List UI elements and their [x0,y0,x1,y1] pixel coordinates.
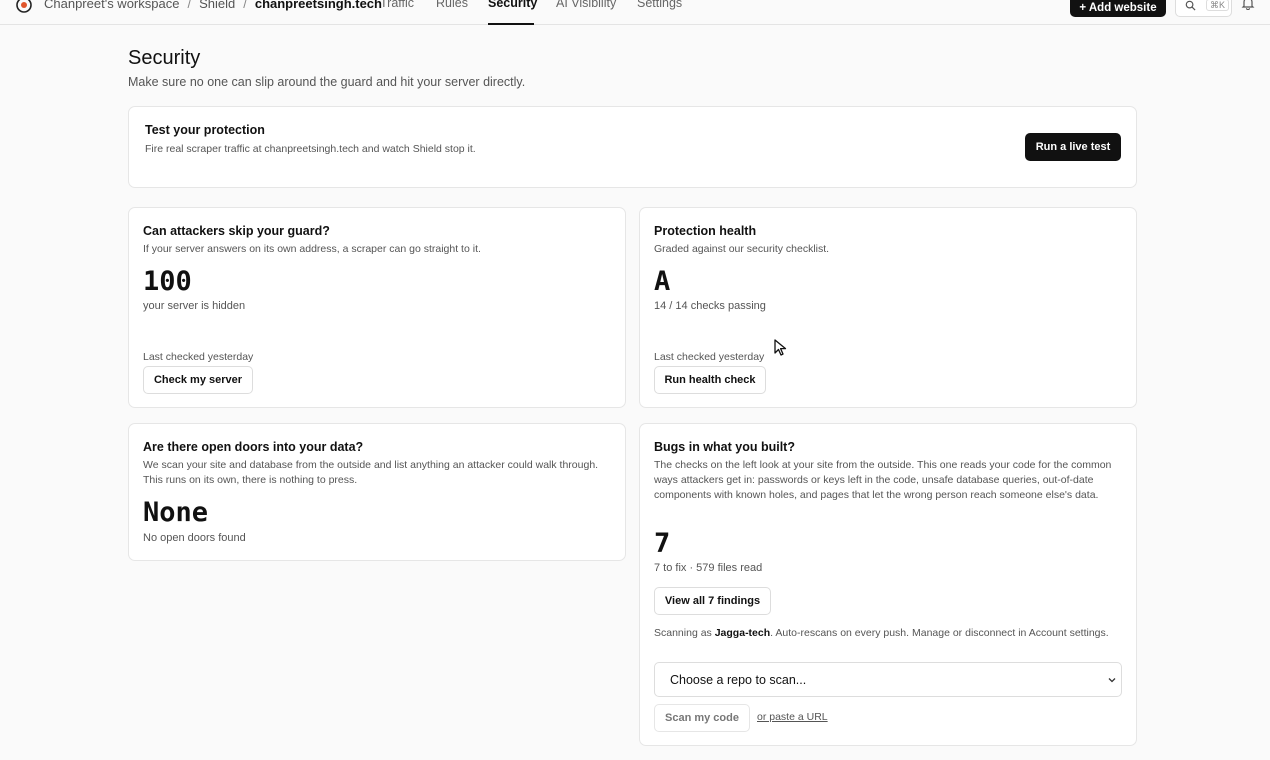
add-website-button[interactable]: + Add website [1070,0,1166,17]
protection-health-description: Graded against our security checklist. [654,243,830,255]
mouse-cursor-icon [774,339,787,356]
test-protection-title: Test your protection [145,123,265,137]
shield-logo-icon[interactable] [16,0,32,13]
protection-health-grade: A [654,266,671,297]
breadcrumb-product[interactable]: Shield [199,0,235,11]
open-doors-value: None [143,497,209,528]
scanning-user: Jagga-tech [714,627,771,639]
breadcrumb-separator: / [187,0,192,11]
bugs-description: The checks on the left look at your site… [654,459,1112,501]
protection-health-title: Protection health [654,224,757,238]
bugs-caption: 7 to fix · 579 files read [654,562,763,574]
top-bar: Chanpreet's workspace / Shield / chanpre… [0,0,1270,25]
paste-url-link[interactable]: or paste a URL [757,711,828,723]
skip-guard-caption: your server is hidden [143,300,246,312]
skip-guard-last-checked: Last checked yesterday [143,351,254,363]
bugs-card: Bugs in what you built? The checks on th… [639,423,1137,746]
check-my-server-button[interactable]: Check my server [143,366,253,394]
tab-settings[interactable]: Settings [637,0,682,10]
repo-select-value: Choose a repo to scan... [670,672,807,687]
protection-health-caption: 14 / 14 checks passing [654,300,766,312]
skip-guard-title: Can attackers skip your guard? [143,224,330,238]
page-title: Security [128,47,201,69]
breadcrumb: Chanpreet's workspace / Shield / chanpre… [44,0,382,11]
scanning-suffix: . Auto-rescans on every push. Manage or … [770,627,1109,639]
open-doors-caption: No open doors found [143,532,246,544]
tab-traffic[interactable]: Traffic [380,0,414,10]
active-tab-indicator [488,23,534,25]
open-doors-description: We scan your site and database from the … [143,459,599,486]
page-subtitle: Make sure no one can slip around the gua… [128,75,526,89]
test-protection-description: Fire real scraper traffic at chanpreetsi… [145,143,476,155]
open-doors-title: Are there open doors into your data? [143,440,364,454]
skip-guard-description: If your server answers on its own addres… [143,243,481,255]
protection-health-card: Protection health Graded against our sec… [639,207,1137,408]
scan-my-code-button[interactable]: Scan my code [654,704,750,732]
breadcrumb-workspace[interactable]: Chanpreet's workspace [44,0,179,11]
bugs-count: 7 [654,528,671,559]
tab-rules[interactable]: Rules [436,0,468,10]
repo-select[interactable]: Choose a repo to scan... [654,662,1122,697]
protection-health-last-checked: Last checked yesterday [654,351,765,363]
scanning-prefix: Scanning as [654,627,715,639]
open-doors-card: Are there open doors into your data? We … [128,423,626,561]
tab-ai-visibility[interactable]: AI Visibility [556,0,616,10]
breadcrumb-separator: / [243,0,247,11]
search-button[interactable]: ⌘K [1175,0,1232,17]
search-icon [1185,0,1196,11]
view-findings-button[interactable]: View all 7 findings [654,587,771,615]
skip-guard-score: 100 [143,266,192,297]
search-shortcut: ⌘K [1206,0,1230,11]
run-live-test-button[interactable]: Run a live test [1025,133,1121,161]
test-protection-card: Test your protection Fire real scraper t… [128,106,1137,188]
chevron-down-icon [1108,678,1116,683]
skip-guard-card: Can attackers skip your guard? If your s… [128,207,626,408]
tab-security[interactable]: Security [488,0,537,10]
scanning-info: Scanning as Jagga-tech. Auto-rescans on … [654,626,1114,641]
breadcrumb-site[interactable]: chanpreetsingh.tech [255,0,382,11]
run-health-check-button[interactable]: Run health check [654,366,766,394]
bell-icon[interactable] [1241,0,1255,10]
bugs-title: Bugs in what you built? [654,440,795,454]
